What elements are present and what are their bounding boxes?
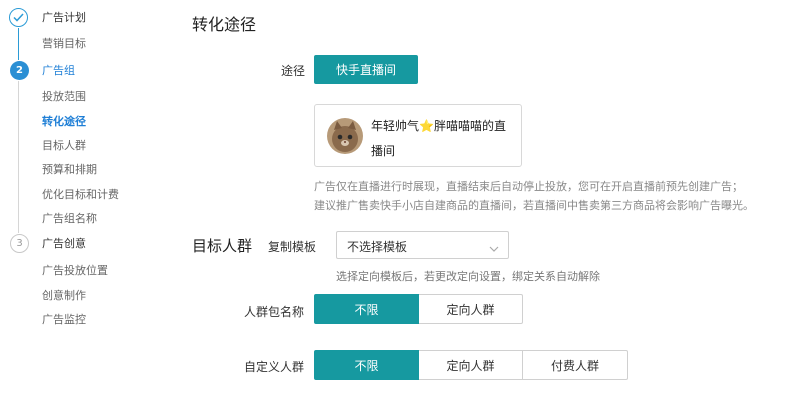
sidebar-item-optimization-billing[interactable]: 优化目标和计费 <box>42 188 119 202</box>
cat-avatar <box>327 118 363 154</box>
sidebar-item-ad-position[interactable]: 广告投放位置 <box>42 264 108 278</box>
template-select[interactable]: 不选择模板 <box>336 231 509 259</box>
check-icon <box>9 8 28 27</box>
package-option-targeted[interactable]: 定向人群 <box>418 294 523 324</box>
template-select-value: 不选择模板 <box>347 240 408 254</box>
template-hint: 选择定向模板后，若更改定向设置，绑定关系自动解除 <box>336 270 600 283</box>
custom-audience-segmented-control: 不限 定向人群 付费人群 <box>314 350 628 380</box>
live-note-line-2: 建议推广售卖快手小店自建商品的直播间，若直播间中售卖第三方商品将会影响广告曝光。 <box>314 199 754 212</box>
sidebar-item-budget-schedule[interactable]: 预算和排期 <box>42 163 97 177</box>
chevron-down-icon <box>489 239 499 258</box>
step-number-badge: 3 <box>10 234 29 253</box>
live-room-card[interactable]: 年轻帅气⭐胖喵喵喵的直播间 <box>314 104 522 167</box>
custom-option-targeted[interactable]: 定向人群 <box>418 350 523 380</box>
live-room-name: 年轻帅气⭐胖喵喵喵的直播间 <box>371 119 506 158</box>
sidebar-item-group-name[interactable]: 广告组名称 <box>42 212 97 226</box>
custom-option-unlimited[interactable]: 不限 <box>314 350 419 380</box>
path-label: 途径 <box>281 64 306 78</box>
step-sidebar: 广告计划 营销目标 2 广告组 投放范围 转化途径 目标人群 预算和排期 优化目… <box>0 0 160 400</box>
sidebar-item-marketing-goal[interactable]: 营销目标 <box>42 37 86 51</box>
package-label: 人群包名称 <box>244 305 305 319</box>
page-title: 转化途径 <box>192 15 257 34</box>
step-ad-creative[interactable]: 广告创意 <box>42 237 86 251</box>
package-option-unlimited[interactable]: 不限 <box>314 294 419 324</box>
target-audience-title: 目标人群 <box>192 237 253 255</box>
sidebar-item-conversion-path[interactable]: 转化途径 <box>42 115 86 129</box>
step-ad-plan[interactable]: 广告计划 <box>42 11 86 25</box>
kuaishou-live-button[interactable]: 快手直播间 <box>314 55 418 84</box>
sidebar-item-target-audience[interactable]: 目标人群 <box>42 139 86 153</box>
step-ad-group[interactable]: 广告组 <box>42 64 75 78</box>
template-label: 复制模板 <box>268 240 317 254</box>
sidebar-item-creative-production[interactable]: 创意制作 <box>42 289 86 303</box>
sidebar-item-ad-monitoring[interactable]: 广告监控 <box>42 313 86 327</box>
custom-option-paid[interactable]: 付费人群 <box>522 350 628 380</box>
live-note-line-1: 广告仅在直播进行时展现，直播结束后自动停止投放，您可在开启直播前预先创建广告； <box>314 180 743 193</box>
step-connector <box>18 81 19 233</box>
sidebar-item-placement-scope[interactable]: 投放范围 <box>42 90 86 104</box>
step-number-badge: 2 <box>10 61 29 80</box>
custom-audience-label: 自定义人群 <box>244 360 305 374</box>
step-connector <box>18 28 19 60</box>
package-segmented-control: 不限 定向人群 <box>314 294 523 324</box>
